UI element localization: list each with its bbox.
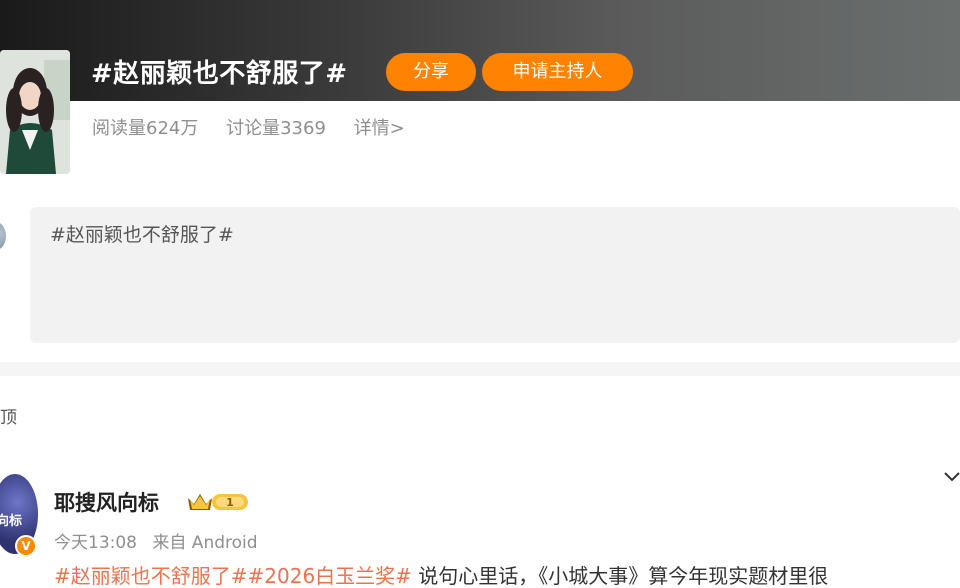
verified-badge: V <box>15 535 37 557</box>
topic-cover-image <box>0 50 70 174</box>
post-meta: 今天13:08 来自 Android <box>54 528 268 553</box>
compose-input-text[interactable]: #赵丽颖也不舒服了# <box>50 220 234 247</box>
post-author-name[interactable]: 耶搜风向标 <box>54 487 159 517</box>
hashtag-link[interactable]: #2026白玉兰奖# <box>248 564 412 588</box>
read-count: 阅读量624万 <box>92 118 199 139</box>
avatar-label: 向标 <box>0 514 23 529</box>
topic-stats: 阅读量624万 讨论量3369 详情> <box>92 114 427 140</box>
user-avatar <box>0 222 6 250</box>
apply-host-button[interactable]: 申请主持人 <box>482 53 633 91</box>
topic-title: #赵丽颖也不舒服了# <box>91 59 348 89</box>
post-body: #赵丽颖也不舒服了##2026白玉兰奖# 说句心里话，《小城大事》算今年现实题材… <box>54 560 960 588</box>
post-text: 说句心里话，《小城大事》算今年现实题材里很 <box>411 564 829 588</box>
section-divider <box>0 362 960 376</box>
post-time[interactable]: 今天13:08 <box>54 533 137 553</box>
discussion-count: 讨论量3369 <box>226 118 326 139</box>
topic-header: #赵丽颖也不舒服了# 分享 申请主持人 阅读量624万 讨论量3369 详情> <box>0 0 960 180</box>
chevron-down-icon[interactable] <box>943 468 960 486</box>
svg-text:1: 1 <box>226 496 234 509</box>
share-button[interactable]: 分享 <box>386 53 476 91</box>
hashtag-link[interactable]: #赵丽颖也不舒服了# <box>54 564 248 588</box>
compose-box[interactable]: #赵丽颖也不舒服了# <box>30 207 960 343</box>
post-source: 来自 Android <box>152 533 258 553</box>
feed-section-label[interactable]: 顶 <box>0 403 17 428</box>
detail-link[interactable]: 详情> <box>354 118 405 139</box>
crown-level-icon: 1 <box>186 490 250 514</box>
